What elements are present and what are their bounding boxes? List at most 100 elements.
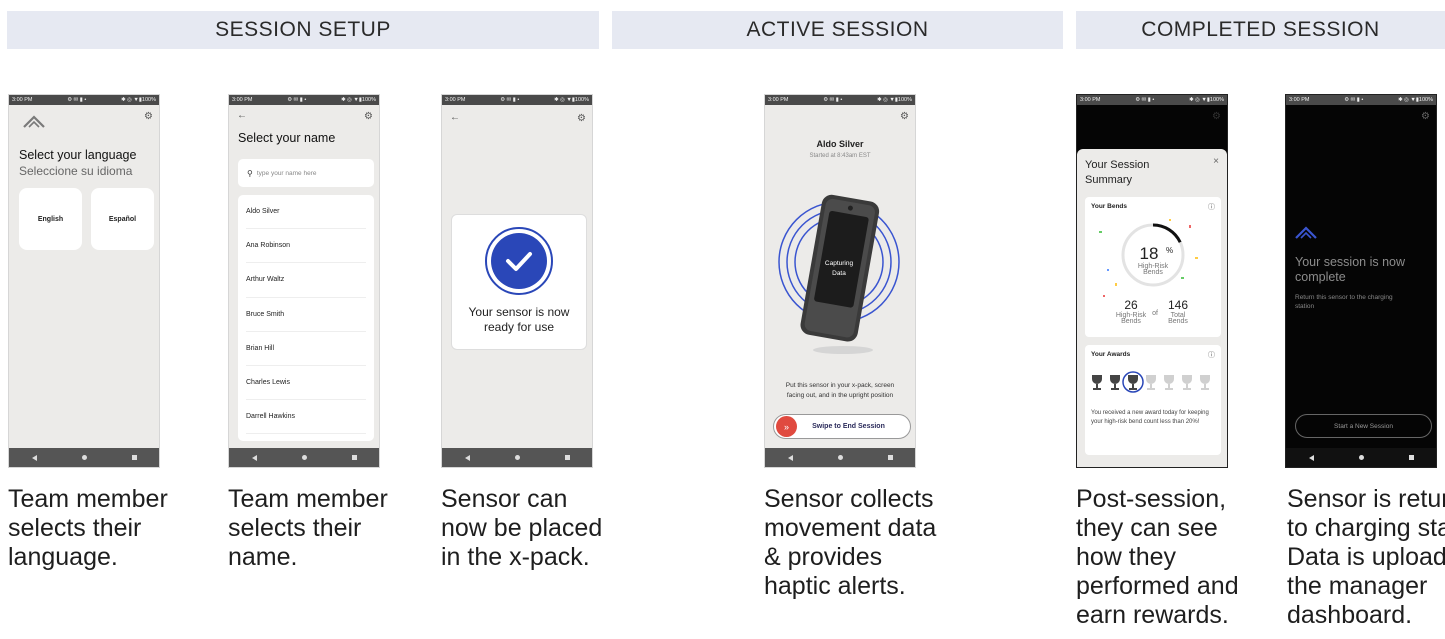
nav-home-icon[interactable] — [81, 455, 87, 460]
espanol-button[interactable]: Español — [91, 188, 154, 250]
high-risk-count: 26 — [1124, 298, 1138, 312]
capturing-label-line2: Data — [832, 270, 846, 277]
session-complete-title: Your session is now complete — [1295, 255, 1406, 284]
awards-card: Your Awards ⓘ You received a new award t… — [1085, 345, 1221, 455]
nav-back-icon[interactable] — [1308, 454, 1314, 461]
nav-home-icon[interactable] — [837, 455, 843, 460]
swipe-end-session-slider[interactable]: » Swipe to End Session — [773, 414, 911, 439]
nav-back-icon[interactable] — [464, 454, 470, 461]
trophy-icon — [1110, 375, 1120, 390]
checkmark-icon — [506, 252, 532, 271]
info-icon[interactable]: ⓘ — [1208, 350, 1215, 360]
status-icons: ⚙ ✉ ▮ • — [1135, 97, 1155, 103]
status-bar: 3:00 PM ⚙ ✉ ▮ • ✱ ◎ ▼▮100% — [229, 95, 379, 105]
list-item[interactable]: Arthur Waltz — [246, 263, 366, 298]
nav-recent-icon[interactable] — [351, 455, 357, 460]
status-bar: 3:00 PM ⚙ ✉ ▮ • ✱ ◎ ▼▮100% — [9, 95, 159, 105]
list-item[interactable]: Charles Lewis — [246, 366, 366, 401]
name-select-title: Select your name — [238, 131, 336, 145]
search-placeholder: type your name here — [256, 169, 317, 177]
status-battery: ✱ ◎ ▼▮100% — [876, 97, 912, 103]
status-bar: 3:00 PM ⚙ ✉ ▮ • ✱ ◎ ▼▮100% — [1286, 95, 1436, 105]
english-button[interactable]: English — [19, 188, 82, 250]
nav-back-icon[interactable] — [787, 454, 793, 461]
search-icon: ⚲ — [247, 168, 253, 178]
status-time: 3:00 PM — [232, 97, 253, 103]
caption-active-session: Sensor collects movement data & provides… — [764, 485, 937, 600]
list-item[interactable]: Ana Robinson — [246, 229, 366, 264]
session-start-time: Started at 8:43am EST — [809, 153, 871, 159]
nav-recent-icon[interactable] — [887, 455, 893, 460]
section-header-active: ACTIVE SESSION — [612, 11, 1063, 49]
trophy-icon — [1146, 375, 1156, 390]
capturing-label-line1: Capturing — [825, 260, 854, 267]
settings-gear-icon[interactable]: ⚙ — [364, 112, 373, 122]
status-time: 3:00 PM — [1080, 97, 1101, 103]
settings-gear-icon[interactable]: ⚙ — [577, 114, 586, 124]
team-member-name: Aldo Silver — [816, 139, 864, 149]
name-search-input[interactable]: ⚲ type your name here — [238, 159, 374, 187]
percent-sign: % — [1166, 246, 1173, 255]
list-item[interactable]: Bruce Smith — [246, 298, 366, 332]
nav-recent-icon[interactable] — [131, 455, 137, 460]
awards-title: Your Awards — [1091, 351, 1131, 358]
nav-home-icon[interactable] — [301, 455, 307, 460]
nav-back-icon[interactable] — [251, 454, 257, 461]
bends-title: Your Bends — [1091, 203, 1127, 210]
phone-session-summary: 3:00 PM ⚙ ✉ ▮ • ✱ ◎ ▼▮100% ⚙ Your Sessio… — [1076, 94, 1228, 468]
nav-recent-icon[interactable] — [564, 455, 570, 460]
caption-sensor-returned: Sensor is returned to charging station. … — [1287, 485, 1445, 629]
status-bar: 3:00 PM ⚙ ✉ ▮ • ✱ ◎ ▼▮100% — [442, 95, 592, 105]
settings-gear-icon[interactable]: ⚙ — [900, 112, 909, 122]
trophy-row — [1092, 371, 1210, 393]
summary-title: Your Session Summary — [1085, 159, 1150, 186]
bends-ring-chart: 18 % High-Risk Bends 26 High-Risk Bends … — [1099, 219, 1198, 325]
swipe-arrows-icon[interactable]: » — [776, 416, 797, 437]
phone-sensor-ready: 3:00 PM ⚙ ✉ ▮ • ✱ ◎ ▼▮100% ← ⚙ Your sens… — [441, 94, 593, 468]
back-arrow-icon[interactable]: ← — [237, 111, 247, 121]
settings-gear-icon[interactable]: ⚙ — [1212, 112, 1221, 122]
close-icon[interactable]: × — [1213, 156, 1219, 167]
status-time: 3:00 PM — [12, 97, 33, 103]
sensor-ready-card: Your sensor is now ready for use — [451, 214, 587, 350]
status-bar: 3:00 PM ⚙ ✉ ▮ • ✱ ◎ ▼▮100% — [765, 95, 915, 105]
android-nav-bar — [9, 448, 159, 467]
status-battery: ✱ ◎ ▼▮100% — [340, 97, 376, 103]
nav-back-icon[interactable] — [31, 454, 37, 461]
language-title: Select your language — [19, 148, 137, 162]
phone-session-complete: 3:00 PM ⚙ ✉ ▮ • ✱ ◎ ▼▮100% ⚙ Your sessio… — [1285, 94, 1437, 468]
status-icons: ⚙ ✉ ▮ • — [500, 97, 520, 103]
total-label-2: Bends — [1168, 318, 1188, 325]
nav-home-icon[interactable] — [1358, 455, 1364, 460]
status-time: 3:00 PM — [768, 97, 789, 103]
status-icons: ⚙ ✉ ▮ • — [287, 97, 307, 103]
language-subtitle: Seleccione su idioma — [19, 164, 133, 178]
status-time: 3:00 PM — [445, 97, 466, 103]
status-icons: ⚙ ✉ ▮ • — [1344, 97, 1364, 103]
list-item[interactable]: Brian Hill — [246, 332, 366, 366]
app-logo-icon — [1295, 226, 1317, 239]
start-new-session-button[interactable]: Start a New Session — [1295, 414, 1432, 438]
section-header-completed: COMPLETED SESSION — [1076, 11, 1445, 49]
list-item[interactable]: Aldo Silver — [246, 195, 366, 230]
list-item[interactable]: Darrell Hawkins — [246, 400, 366, 435]
sensor-ready-text: Your sensor is now ready for use — [468, 305, 570, 334]
android-nav-bar — [229, 448, 379, 467]
android-nav-bar — [765, 448, 915, 467]
nav-home-icon[interactable] — [514, 455, 520, 460]
phone-language-select: 3:00 PM ⚙ ✉ ▮ • ✱ ◎ ▼▮100% ⚙ Select your… — [8, 94, 160, 468]
status-icons: ⚙ ✉ ▮ • — [67, 97, 87, 103]
nav-recent-icon[interactable] — [1408, 455, 1414, 460]
high-risk-label-2: Bends — [1121, 318, 1141, 325]
percent-value: 18 — [1140, 244, 1159, 263]
section-header-setup: SESSION SETUP — [7, 11, 599, 49]
bends-card: Your Bends ⓘ 18 % High-Risk Bends 26 Hig… — [1085, 197, 1221, 337]
settings-gear-icon[interactable]: ⚙ — [1421, 112, 1430, 122]
trophy-icon — [1128, 375, 1138, 390]
back-arrow-icon[interactable]: ← — [450, 113, 460, 123]
caption-sensor-placed: Sensor can now be placed in the x-pack. — [441, 485, 603, 571]
status-icons: ⚙ ✉ ▮ • — [823, 97, 843, 103]
settings-gear-icon[interactable]: ⚙ — [144, 112, 153, 122]
swipe-label: Swipe to End Session — [812, 423, 885, 430]
trophy-icon — [1164, 375, 1174, 390]
